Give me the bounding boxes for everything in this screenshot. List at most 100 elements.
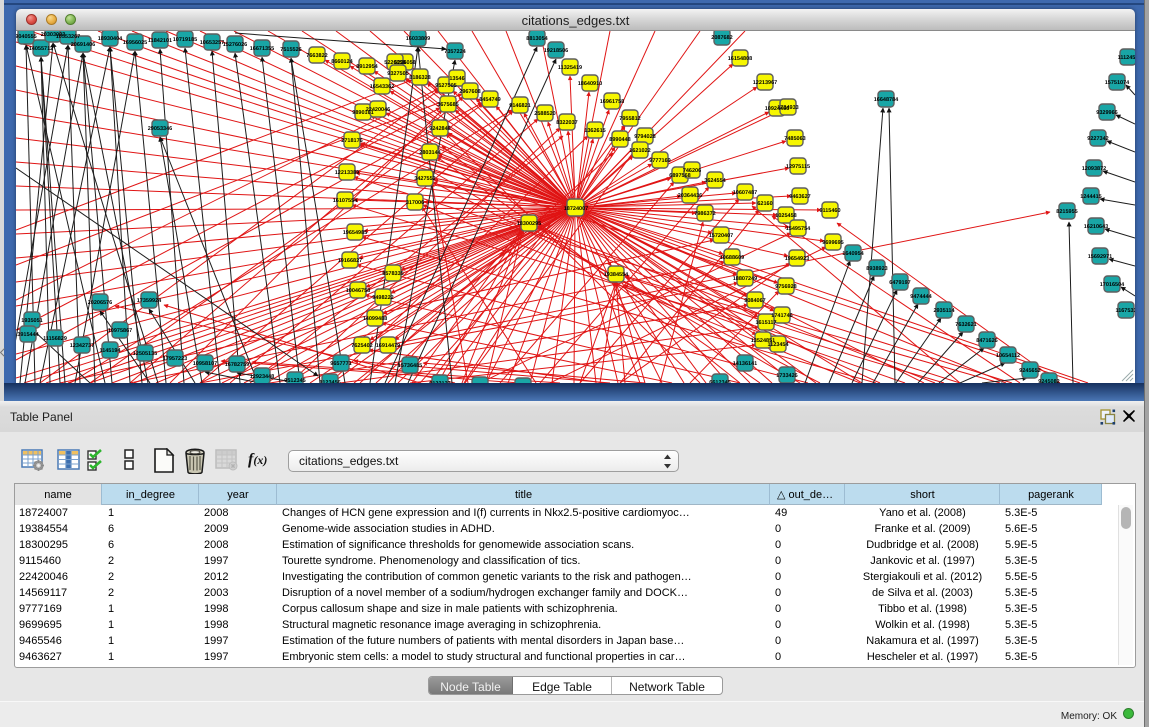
svg-text:15495754: 15495754: [786, 226, 811, 232]
svg-text:1145194: 1145194: [99, 348, 121, 354]
svg-text:317006: 317006: [406, 200, 424, 206]
svg-text:14136141: 14136141: [733, 361, 757, 367]
svg-text:9463627: 9463627: [789, 194, 810, 200]
svg-text:18300295: 18300295: [517, 221, 541, 227]
svg-text:1244415: 1244415: [1080, 194, 1101, 200]
svg-text:16543362: 16543362: [370, 84, 394, 90]
svg-text:15751074: 15751074: [1105, 80, 1130, 86]
svg-text:19384554: 19384554: [604, 272, 629, 278]
svg-text:8578335: 8578335: [382, 271, 403, 277]
svg-text:1733426: 1733426: [776, 373, 797, 379]
svg-text:7485063: 7485063: [784, 136, 805, 142]
svg-text:12213389: 12213389: [335, 170, 359, 176]
svg-text:17016504: 17016504: [1100, 282, 1125, 288]
svg-text:12342737: 12342737: [70, 343, 94, 349]
svg-text:12923448: 12923448: [250, 374, 274, 380]
svg-text:9084067: 9084067: [744, 298, 765, 304]
svg-text:2803144: 2803144: [419, 150, 441, 156]
svg-text:20206576: 20206576: [88, 300, 112, 306]
svg-text:1741746: 1741746: [771, 313, 792, 319]
svg-text:7663822: 7663822: [306, 53, 327, 59]
svg-text:16671355: 16671355: [250, 46, 274, 52]
svg-text:1167533: 1167533: [1115, 308, 1135, 314]
svg-text:9329966: 9329966: [1096, 110, 1117, 116]
svg-text:3675685: 3675685: [437, 102, 458, 108]
svg-text:9245652: 9245652: [1019, 368, 1040, 374]
svg-text:16914479: 16914479: [376, 343, 400, 349]
svg-text:20364436: 20364436: [678, 193, 702, 199]
svg-text:1112454: 1112454: [1118, 55, 1135, 61]
svg-text:62160: 62160: [757, 201, 772, 207]
svg-text:6479197: 6479197: [889, 280, 910, 286]
svg-text:16107554: 16107554: [333, 198, 358, 204]
svg-text:3915444: 3915444: [17, 332, 39, 338]
svg-text:10553267: 10553267: [56, 34, 80, 40]
svg-text:11156829: 11156829: [43, 336, 67, 342]
svg-text:11842101: 11842101: [148, 38, 172, 44]
svg-text:7955812: 7955812: [619, 116, 640, 122]
svg-text:19654923: 19654923: [785, 256, 809, 262]
svg-text:1025458: 1025458: [775, 213, 796, 219]
svg-text:3427552: 3427552: [414, 176, 435, 182]
svg-text:10654112: 10654112: [996, 353, 1020, 359]
svg-text:9756928: 9756928: [775, 284, 796, 290]
svg-text:9657771: 9657771: [330, 361, 351, 367]
svg-text:10607487: 10607487: [733, 190, 757, 196]
svg-text:1935051: 1935051: [21, 318, 42, 324]
svg-text:10653257: 10653257: [200, 40, 224, 46]
svg-text:16154808: 16154808: [728, 56, 752, 62]
svg-text:20691406: 20691406: [71, 42, 95, 48]
svg-text:7986372: 7986372: [694, 211, 715, 217]
svg-text:18724007: 18724007: [564, 206, 588, 212]
svg-text:746206: 746206: [683, 168, 701, 174]
svg-text:19218506: 19218506: [544, 48, 568, 54]
svg-text:9699695: 9699695: [822, 240, 843, 246]
svg-text:13524851: 13524851: [751, 338, 775, 344]
svg-text:16648784: 16648784: [874, 97, 899, 103]
svg-text:8813054: 8813054: [526, 36, 548, 42]
svg-text:19166827: 19166827: [338, 258, 362, 264]
svg-text:9242848: 9242848: [429, 126, 450, 132]
svg-text:10688609: 10688609: [720, 255, 744, 261]
svg-text:22420046: 22420046: [366, 107, 390, 113]
svg-text:7357224: 7357224: [444, 49, 466, 55]
svg-text:9794028: 9794028: [634, 134, 655, 140]
svg-text:15736485: 15736485: [398, 363, 422, 369]
svg-text:7625402: 7625402: [351, 343, 372, 349]
svg-text:7515526: 7515526: [280, 47, 301, 53]
svg-text:18930404: 18930404: [98, 36, 123, 42]
svg-text:12975115: 12975115: [786, 164, 810, 170]
svg-text:10958107: 10958107: [193, 361, 217, 367]
svg-text:9777169: 9777169: [649, 158, 670, 164]
svg-text:12505135: 12505135: [133, 351, 157, 357]
svg-text:14055712: 14055712: [29, 46, 53, 52]
svg-text:8660124: 8660124: [331, 59, 353, 65]
svg-text:8471626: 8471626: [976, 338, 997, 344]
svg-text:2935114: 2935114: [933, 308, 955, 314]
svg-text:9146821: 9146821: [509, 103, 530, 109]
svg-text:7632621: 7632621: [955, 322, 976, 328]
svg-text:8912954: 8912954: [356, 64, 378, 70]
svg-text:16782759: 16782759: [225, 362, 249, 368]
svg-text:8990448: 8990448: [609, 137, 630, 143]
svg-text:9040555: 9040555: [16, 34, 37, 40]
svg-text:9327505: 9327505: [387, 71, 408, 77]
svg-text:14099488: 14099488: [363, 316, 387, 322]
svg-text:8215955: 8215955: [1056, 209, 1077, 215]
svg-text:16210643: 16210643: [1084, 224, 1108, 230]
svg-text:15692971: 15692971: [1088, 254, 1112, 260]
svg-text:10975867: 10975867: [108, 328, 132, 334]
svg-text:1615117: 1615117: [755, 320, 776, 326]
svg-text:8322037: 8322037: [556, 120, 577, 126]
svg-text:16033809: 16033809: [406, 36, 430, 42]
svg-text:15276026: 15276026: [223, 42, 247, 48]
svg-text:16961758: 16961758: [600, 99, 624, 105]
svg-text:9474444: 9474444: [910, 294, 932, 300]
svg-text:3624554: 3624554: [704, 178, 726, 184]
svg-text:8938923: 8938923: [866, 266, 887, 272]
svg-text:11325419: 11325419: [558, 65, 582, 71]
svg-text:12213967: 12213967: [753, 80, 777, 86]
svg-text:1734933: 1734933: [777, 105, 798, 111]
svg-text:1621022: 1621022: [629, 148, 650, 154]
svg-text:1362615: 1362615: [584, 128, 605, 134]
